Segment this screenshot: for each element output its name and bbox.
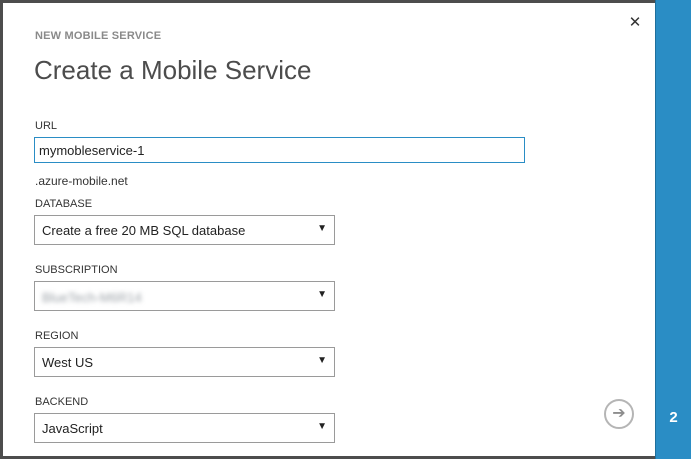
- next-button[interactable]: ➔: [604, 399, 634, 429]
- chevron-down-icon: ▼: [317, 355, 327, 366]
- chevron-down-icon: ▼: [317, 223, 327, 234]
- close-icon[interactable]: ✕: [627, 14, 643, 32]
- url-label: URL: [35, 120, 58, 132]
- url-suffix: .azure-mobile.net: [35, 174, 128, 188]
- region-selected-value: West US: [42, 355, 94, 370]
- url-input[interactable]: [34, 137, 525, 163]
- database-label: DATABASE: [35, 198, 93, 210]
- backend-selected-value: JavaScript: [42, 421, 103, 436]
- database-selected-value: Create a free 20 MB SQL database: [42, 223, 246, 238]
- region-label: REGION: [35, 330, 79, 342]
- chevron-down-icon: ▼: [317, 289, 327, 300]
- subscription-selected-value: BlueTech-M6R14: [42, 290, 142, 305]
- wizard-step-sidebar: 2: [655, 0, 691, 459]
- region-select[interactable]: West US ▼: [34, 347, 335, 377]
- subscription-select[interactable]: BlueTech-M6R14 ▼: [34, 281, 335, 311]
- wizard-label: NEW MOBILE SERVICE: [35, 30, 162, 42]
- backend-label: BACKEND: [35, 396, 89, 408]
- subscription-label: SUBSCRIPTION: [35, 264, 118, 276]
- arrow-right-icon: ➔: [612, 405, 626, 422]
- chevron-down-icon: ▼: [317, 421, 327, 432]
- step-number: 2: [669, 409, 678, 426]
- page-title: Create a Mobile Service: [34, 55, 312, 85]
- backend-select[interactable]: JavaScript ▼: [34, 413, 335, 443]
- database-select[interactable]: Create a free 20 MB SQL database ▼: [34, 215, 335, 245]
